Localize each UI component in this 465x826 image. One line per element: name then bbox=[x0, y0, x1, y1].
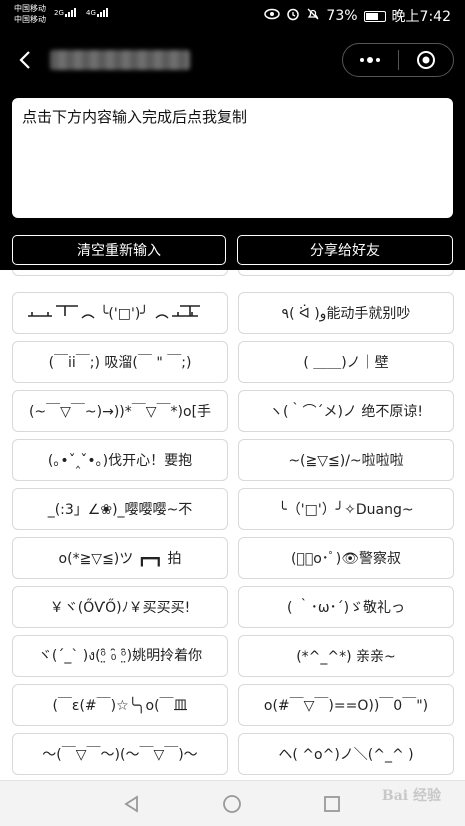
clear-button[interactable]: 清空重新输入 bbox=[12, 235, 226, 265]
emoticon-item[interactable]: (ﾟ･o･ﾟ)👁警察叔 bbox=[238, 537, 454, 579]
home-circle-icon[interactable] bbox=[222, 794, 242, 814]
emoticon-item[interactable]: (~￣▽￣~)→))*￣▽￣*)o[手 bbox=[12, 390, 228, 432]
svg-text:╰('□')╯: ╰('□')╯ bbox=[100, 305, 149, 322]
input-panel: 点击下方内容输入完成后点我复制 清空重新输入 分享给好友 bbox=[0, 88, 465, 270]
battery-icon bbox=[363, 10, 386, 22]
mute-icon bbox=[306, 7, 320, 25]
emoticon-item[interactable]: ￥ヾ(ŐѴŐ)ﾉ￥买买买! bbox=[12, 586, 228, 628]
emoticon-item[interactable]: ~(≧▽≦)/~啦啦啦 bbox=[238, 439, 454, 481]
clock: 晚上7:42 bbox=[391, 9, 451, 25]
share-button[interactable]: 分享给好友 bbox=[237, 235, 453, 265]
emoticon-item[interactable]: ヽ(｀⌒´メ)ノ 绝不原谅! bbox=[238, 390, 454, 432]
target-close-icon bbox=[416, 51, 435, 69]
page-title-blurred bbox=[50, 50, 190, 70]
carrier-label-2: 中国移动 bbox=[14, 15, 46, 24]
carrier-label-1: 中国移动 bbox=[14, 4, 46, 13]
baidu-watermark: Bai 经验 bbox=[381, 788, 441, 804]
back-button[interactable] bbox=[16, 46, 36, 74]
text-input-box[interactable]: 点击下方内容输入完成后点我复制 bbox=[12, 98, 453, 218]
emoticon-item[interactable]: (￣ii￣;) 吸溜(￣ " ￣;) bbox=[12, 341, 228, 383]
eye-icon bbox=[264, 8, 281, 24]
emoticon-item[interactable]: ٩( ᐛ )و能动手就别吵 bbox=[238, 292, 454, 334]
close-mini-program-button[interactable] bbox=[399, 44, 454, 76]
emoticon-item[interactable]: ( ｀･ω･´)ゞ敬礼っ bbox=[238, 586, 454, 628]
more-button[interactable] bbox=[343, 44, 398, 76]
more-dots-icon bbox=[360, 57, 381, 63]
emoticon-item[interactable]: o(*≧▽≦)ツ ┏━┓ 拍 bbox=[12, 537, 228, 579]
battery-percent: 73% bbox=[326, 8, 358, 24]
signal-icon-2: 4G bbox=[86, 8, 108, 17]
signal-icon: 2G bbox=[54, 8, 76, 17]
emoticon-item[interactable]: (*^_^*) 亲亲~ bbox=[238, 635, 454, 677]
system-nav-bar: Bai 经验 bbox=[0, 780, 465, 826]
table-flip-emoticon: ╰('□')╯ bbox=[28, 305, 200, 322]
status-icons: 73% 晚上7:42 bbox=[264, 6, 451, 26]
chevron-left-icon bbox=[19, 51, 30, 69]
mini-program-capsule bbox=[342, 43, 454, 77]
emoticon-grid: ╰('□')╯ ٩( ᐛ )و能动手就别吵 (￣ii￣;) 吸溜(￣ " ￣;)… bbox=[0, 270, 465, 780]
emoticon-item[interactable]: ╰（'□'）╯✧Duang~ bbox=[238, 488, 454, 530]
emoticon-item[interactable]: o(#￣▽￣)==O))￣0￣") bbox=[238, 684, 454, 726]
emoticon-item[interactable]: ヘ( ^o^)ノ＼(^_^ ) bbox=[238, 733, 454, 775]
emoticon-item[interactable]: (￣ε(#￣)☆╰╮o(￣皿 bbox=[12, 684, 228, 726]
emoticon-item[interactable]: ( ＿＿)ノ｜壁 bbox=[238, 341, 454, 383]
network-type-2: 4G bbox=[86, 9, 96, 17]
emoticon-item[interactable]: ～(￣▽￣～)(～￣▽￣)～ bbox=[12, 733, 228, 775]
status-bar: 中国移动 中国移动 2G 4G 73% 晚上7:42 bbox=[0, 0, 465, 32]
emoticon-item[interactable] bbox=[12, 270, 228, 276]
emoticon-item[interactable] bbox=[238, 270, 454, 276]
emoticon-item[interactable]: ╰('□')╯ bbox=[12, 292, 228, 334]
nav-bar bbox=[0, 32, 465, 88]
emoticon-item[interactable]: _(:3」∠❀)_嘤嘤嘤~不 bbox=[12, 488, 228, 530]
network-type-1: 2G bbox=[54, 9, 64, 17]
emoticon-item[interactable]: ヾ(´_` )ง(ᵒ̤̑ ₀̑ ᵒ̤̑)姚明拎着你 bbox=[12, 635, 228, 677]
alarm-icon bbox=[286, 7, 300, 25]
recents-square-icon[interactable] bbox=[322, 794, 342, 814]
emoticon-item[interactable]: (｡•ˇ‸ˇ•｡)伐开心！要抱 bbox=[12, 439, 228, 481]
back-triangle-icon[interactable] bbox=[122, 794, 142, 814]
carrier-info: 中国移动 中国移动 bbox=[14, 3, 46, 25]
